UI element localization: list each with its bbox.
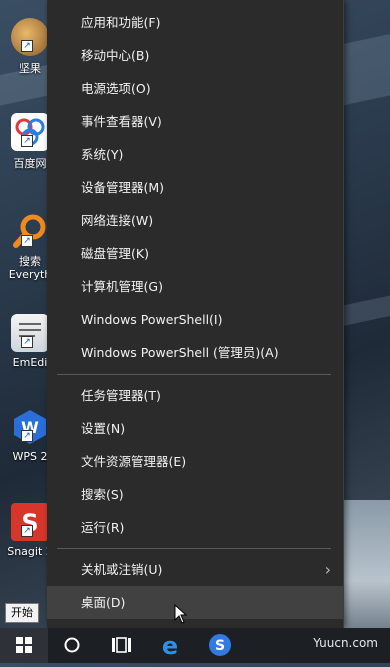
shortcut-arrow-icon: ↗ bbox=[21, 40, 33, 52]
emeditor-icon: ↗ bbox=[11, 314, 49, 352]
edge-taskbar-button[interactable]: e bbox=[146, 628, 194, 663]
mouse-cursor-icon bbox=[174, 603, 188, 628]
shortcut-arrow-icon: ↗ bbox=[21, 235, 33, 247]
menu-item-settings[interactable]: 设置(N) bbox=[47, 412, 343, 445]
menu-item-event-viewer[interactable]: 事件查看器(V) bbox=[47, 105, 343, 138]
menu-item-desktop[interactable]: 桌面(D) bbox=[47, 586, 343, 619]
wps-icon: W ↗ bbox=[11, 408, 49, 446]
menu-item-file-explorer[interactable]: 文件资源管理器(E) bbox=[47, 445, 343, 478]
cortana-circle-icon bbox=[64, 637, 80, 653]
svg-text:S: S bbox=[215, 638, 225, 654]
menu-item-computer-management[interactable]: 计算机管理(G) bbox=[47, 270, 343, 303]
baidu-netdisk-icon: ↗ bbox=[11, 113, 49, 151]
menu-item-powershell-admin[interactable]: Windows PowerShell (管理员)(A) bbox=[47, 336, 343, 369]
jianguo-icon: ↗ bbox=[11, 18, 49, 56]
shortcut-arrow-icon: ↗ bbox=[21, 525, 33, 537]
menu-item-disk-management[interactable]: 磁盘管理(K) bbox=[47, 237, 343, 270]
task-view-icon bbox=[112, 637, 131, 653]
menu-item-apps-features[interactable]: 应用和功能(F) bbox=[47, 6, 343, 39]
menu-item-run[interactable]: 运行(R) bbox=[47, 511, 343, 544]
everything-search-icon: ↗ bbox=[11, 213, 49, 251]
menu-item-system[interactable]: 系统(Y) bbox=[47, 138, 343, 171]
shortcut-arrow-icon: ↗ bbox=[21, 430, 33, 442]
menu-item-search[interactable]: 搜索(S) bbox=[47, 478, 343, 511]
menu-item-shutdown-signout[interactable]: 关机或注销(U) › bbox=[47, 553, 343, 586]
sogou-taskbar-button[interactable]: S bbox=[196, 628, 244, 663]
menu-item-powershell[interactable]: Windows PowerShell(I) bbox=[47, 303, 343, 336]
menu-item-device-manager[interactable]: 设备管理器(M) bbox=[47, 171, 343, 204]
cortana-search-button[interactable] bbox=[48, 628, 96, 663]
menu-item-label: 关机或注销(U) bbox=[81, 562, 163, 577]
power-user-menu: 应用和功能(F) 移动中心(B) 电源选项(O) 事件查看器(V) 系统(Y) … bbox=[47, 0, 344, 628]
edge-icon: e bbox=[162, 632, 178, 660]
menu-separator bbox=[57, 548, 331, 549]
watermark: Yuucn.com bbox=[313, 636, 378, 650]
start-button[interactable] bbox=[0, 628, 48, 663]
windows-start-icon bbox=[16, 637, 32, 653]
shortcut-arrow-icon: ↗ bbox=[21, 135, 33, 147]
shortcut-arrow-icon: ↗ bbox=[21, 336, 33, 348]
menu-item-mobility-center[interactable]: 移动中心(B) bbox=[47, 39, 343, 72]
svg-text:e: e bbox=[162, 632, 178, 660]
task-view-button[interactable] bbox=[96, 628, 144, 663]
chevron-right-icon: › bbox=[324, 560, 331, 579]
menu-item-task-manager[interactable]: 任务管理器(T) bbox=[47, 379, 343, 412]
start-tooltip: 开始 bbox=[5, 603, 39, 623]
sogou-icon: S bbox=[209, 634, 231, 656]
menu-item-power-options[interactable]: 电源选项(O) bbox=[47, 72, 343, 105]
menu-item-network-connections[interactable]: 网络连接(W) bbox=[47, 204, 343, 237]
menu-separator bbox=[57, 374, 331, 375]
snagit-icon: S ↗ bbox=[11, 503, 49, 541]
